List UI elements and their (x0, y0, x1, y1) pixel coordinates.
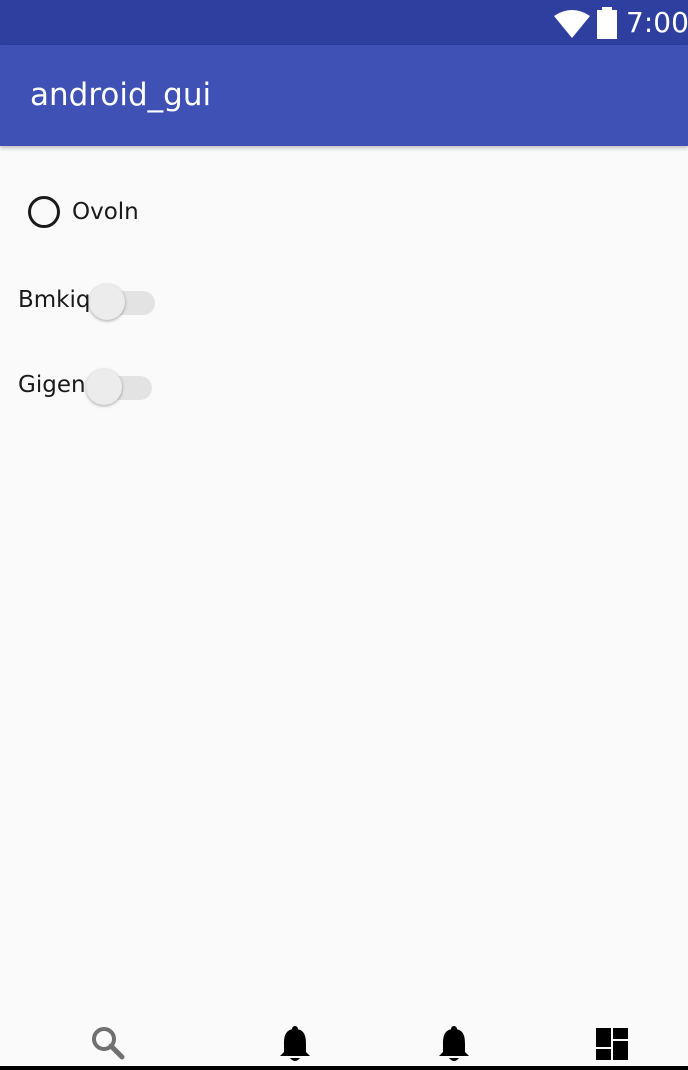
radio-label: Ovoln (72, 199, 139, 225)
bell-icon[interactable] (434, 1024, 474, 1064)
radio-circle-icon[interactable] (28, 196, 60, 228)
battery-icon (597, 7, 617, 39)
bottom-divider (0, 1066, 688, 1070)
status-bar: 7:00 (0, 0, 688, 45)
switch-label: Bmkiq (18, 287, 91, 313)
switch-thumb[interactable] (85, 369, 122, 405)
switch-thumb[interactable] (88, 284, 125, 320)
bell-icon[interactable] (275, 1024, 315, 1064)
switch-toggle[interactable] (85, 365, 152, 405)
wifi-icon (554, 10, 590, 38)
switch-row-gigen[interactable]: Gigen (18, 363, 152, 407)
search-icon[interactable] (88, 1024, 128, 1064)
dashboard-icon[interactable] (592, 1024, 632, 1064)
status-time: 7:00 (626, 6, 688, 39)
screen: 7:00 android_gui Ovoln Bmkiq Gigen (0, 0, 688, 1070)
app-bar: android_gui (0, 45, 688, 146)
radio-button-ovoln[interactable]: Ovoln (28, 190, 139, 234)
switch-row-bmkiq[interactable]: Bmkiq (18, 278, 155, 322)
app-title: android_gui (30, 77, 212, 113)
switch-toggle[interactable] (88, 280, 155, 320)
switch-label: Gigen (18, 372, 86, 398)
